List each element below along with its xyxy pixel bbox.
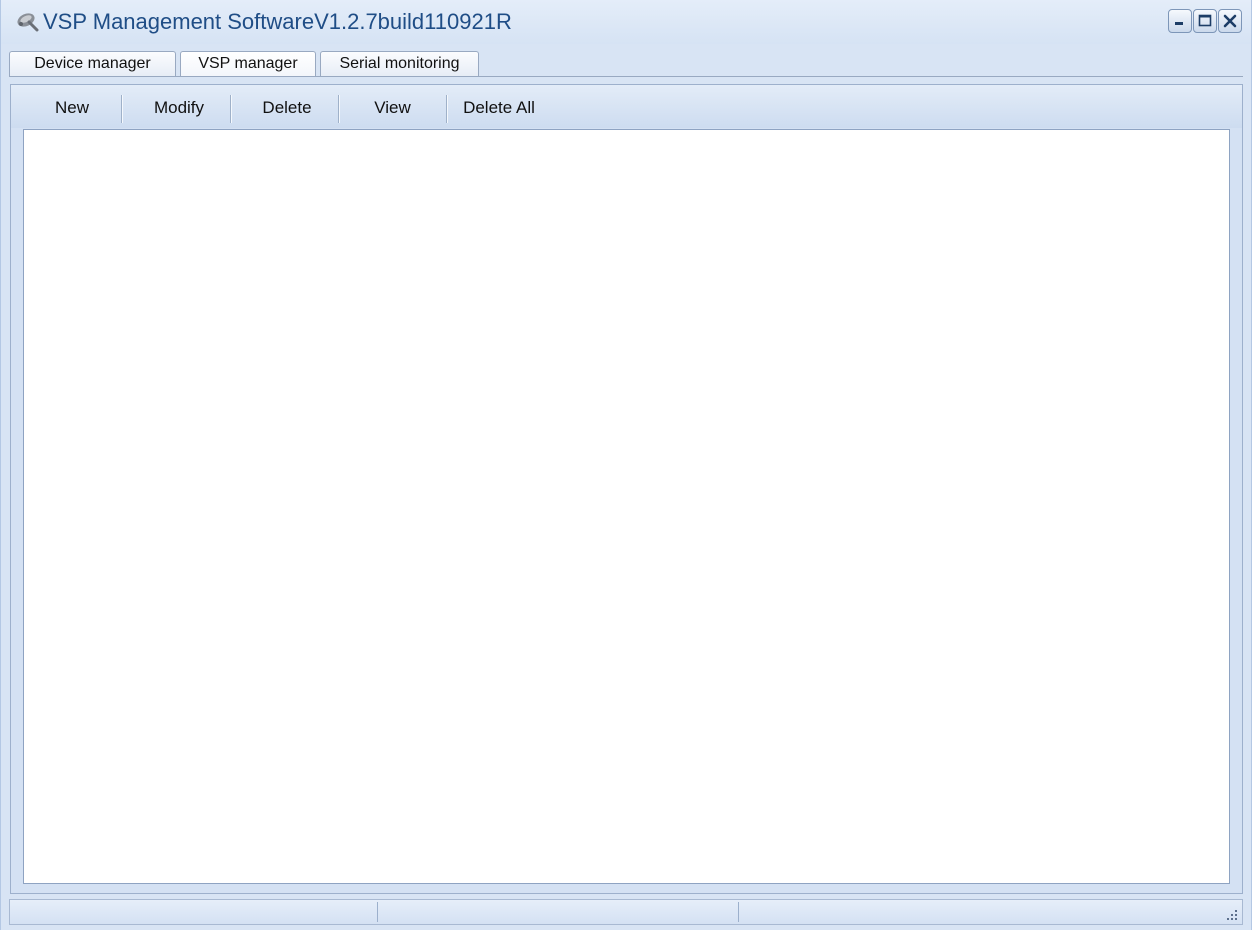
modify-button[interactable]: Modify [131, 96, 227, 120]
status-separator [738, 902, 739, 922]
status-separator [377, 902, 378, 922]
status-pane-2 [382, 902, 737, 922]
tab-strip: Device manager VSP manager Serial monito… [1, 51, 1251, 77]
maximize-button[interactable] [1193, 9, 1217, 33]
vsp-manager-panel: New Modify Delete View Delete All [10, 84, 1243, 894]
tab-divider [9, 76, 1243, 77]
title-bar[interactable]: VSP Management SoftwareV1.2.7build110921… [1, 0, 1251, 44]
delete-button[interactable]: Delete [237, 96, 337, 120]
status-pane-3 [743, 902, 1213, 922]
toolbar: New Modify Delete View Delete All [11, 85, 1242, 128]
status-pane-1 [14, 902, 374, 922]
view-button[interactable]: View [345, 96, 440, 120]
delete-all-button[interactable]: Delete All [454, 96, 544, 120]
minimize-button[interactable] [1168, 9, 1192, 33]
vsp-list-area[interactable] [23, 129, 1230, 884]
tab-vsp-manager[interactable]: VSP manager [180, 51, 316, 76]
toolbar-separator [230, 95, 231, 123]
resize-grip-icon[interactable] [1224, 907, 1238, 921]
status-bar [9, 899, 1243, 925]
tab-device-manager[interactable]: Device manager [9, 51, 176, 76]
window-title: VSP Management SoftwareV1.2.7build110921… [43, 9, 512, 34]
toolbar-separator [121, 95, 122, 123]
app-logo-icon [15, 10, 39, 32]
close-button[interactable] [1218, 9, 1242, 33]
toolbar-separator [338, 95, 339, 123]
tab-serial-monitoring[interactable]: Serial monitoring [320, 51, 479, 76]
toolbar-separator [446, 95, 447, 123]
new-button[interactable]: New [35, 96, 109, 120]
app-window: VSP Management SoftwareV1.2.7build110921… [0, 0, 1252, 930]
